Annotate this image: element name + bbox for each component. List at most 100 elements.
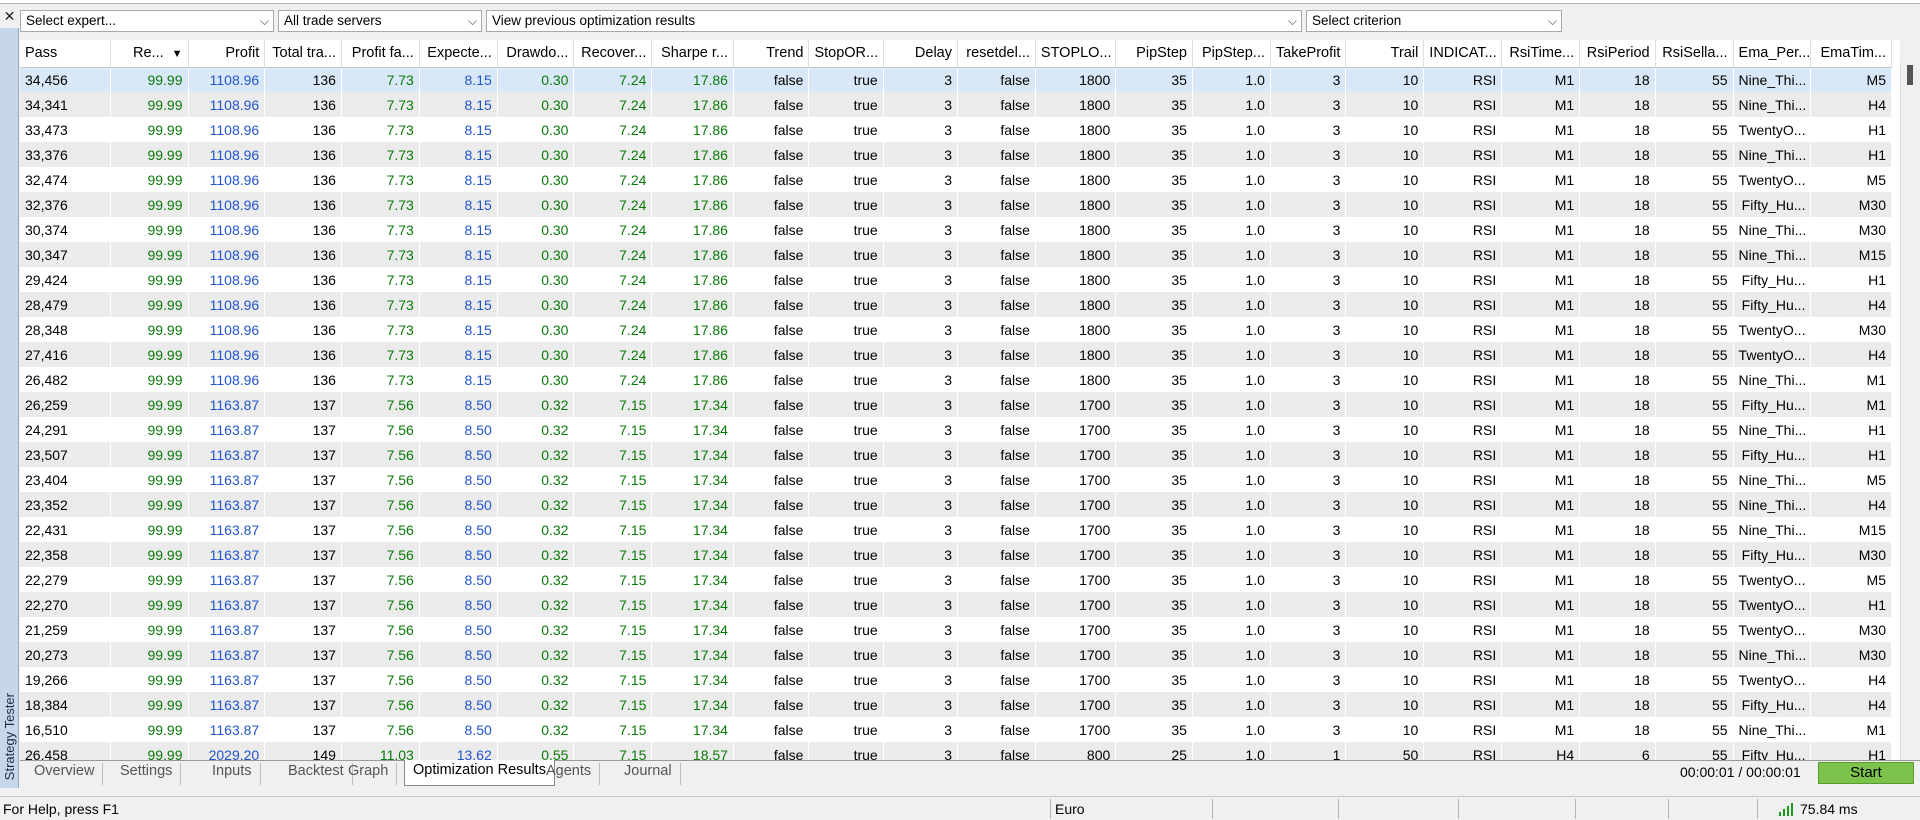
table-cell: 149 xyxy=(264,742,342,760)
table-row[interactable]: 24,291 99.99 1163.87 137 7.56 8.50 0.32 7.15 17.… xyxy=(20,417,1892,442)
table-row[interactable]: 19,266 99.99 1163.87 137 7.56 8.50 0.32 7.15 17.… xyxy=(20,667,1892,692)
column-header[interactable]: Ema_Per... xyxy=(1733,40,1812,68)
table-row[interactable]: 22,270 99.99 1163.87 137 7.56 8.50 0.32 7.15 17.… xyxy=(20,592,1892,617)
table-row[interactable]: 23,404 99.99 1163.87 137 7.56 8.50 0.32 7.15 17.… xyxy=(20,467,1892,492)
table-row[interactable]: 34,341 99.99 1108.96 136 7.73 8.15 0.30 7.24 17.… xyxy=(20,92,1892,117)
table-row[interactable]: 22,279 99.99 1163.87 137 7.56 8.50 0.32 7.15 17.… xyxy=(20,567,1892,592)
table-cell: 35 xyxy=(1115,467,1193,492)
table-cell: 18 xyxy=(1579,492,1656,517)
table-row[interactable]: 33,473 99.99 1108.96 136 7.73 8.15 0.30 7.24 17.… xyxy=(20,117,1892,142)
column-header[interactable]: Re... ▼ xyxy=(110,40,189,68)
scrollbar-thumb[interactable] xyxy=(1907,65,1913,85)
table-row[interactable]: 20,273 99.99 1163.87 137 7.56 8.50 0.32 7.15 17.… xyxy=(20,642,1892,667)
table-row[interactable]: 34,456 99.99 1108.96 136 7.73 8.15 0.30 7.24 17.… xyxy=(20,67,1892,92)
table-cell: 55 xyxy=(1655,167,1734,192)
table-row[interactable]: 30,347 99.99 1108.96 136 7.73 8.15 0.30 7.24 17.… xyxy=(20,242,1892,267)
vertical-scrollbar[interactable] xyxy=(1900,62,1920,760)
table-cell: M1 xyxy=(1501,492,1580,517)
table-cell: true xyxy=(808,592,884,617)
column-header[interactable]: Drawdo... xyxy=(497,40,575,68)
column-header[interactable]: Trail xyxy=(1345,40,1425,68)
table-row[interactable]: 22,431 99.99 1163.87 137 7.56 8.50 0.32 7.15 17.… xyxy=(20,517,1892,542)
column-header[interactable]: PipStep... xyxy=(1192,40,1271,68)
table-row[interactable]: 18,384 99.99 1163.87 137 7.56 8.50 0.32 7.15 17.… xyxy=(20,692,1892,717)
table-row[interactable]: 32,376 99.99 1108.96 136 7.73 8.15 0.30 7.24 17.… xyxy=(20,192,1892,217)
tab-inputs[interactable]: Inputs xyxy=(204,763,261,785)
column-header[interactable]: Profit fa... xyxy=(341,40,420,68)
table-row[interactable]: 21,259 99.99 1163.87 137 7.56 8.50 0.32 7.15 17.… xyxy=(20,617,1892,642)
table-cell: Nine_Thi... xyxy=(1733,717,1811,742)
column-header[interactable]: TakeProfit xyxy=(1270,40,1347,68)
table-row[interactable]: 33,376 99.99 1108.96 136 7.73 8.15 0.30 7.24 17.… xyxy=(20,142,1892,167)
table-row[interactable]: 26,259 99.99 1163.87 137 7.56 8.50 0.32 7.15 17.… xyxy=(20,392,1892,417)
column-header[interactable]: RsiSella... xyxy=(1655,40,1734,68)
table-row[interactable]: 23,352 99.99 1163.87 137 7.56 8.50 0.32 7.15 17.… xyxy=(20,492,1892,517)
column-header[interactable]: Profit xyxy=(188,40,266,68)
table-row[interactable]: 30,374 99.99 1108.96 136 7.73 8.15 0.30 7.24 17.… xyxy=(20,217,1892,242)
table-cell: 7.73 xyxy=(341,92,420,117)
tab-overview[interactable]: Overview xyxy=(26,763,104,785)
table-cell: 17.34 xyxy=(651,642,734,667)
criterion-select[interactable]: Select criterion ⌵ xyxy=(1306,10,1562,32)
table-row[interactable]: 27,416 99.99 1108.96 136 7.73 8.15 0.30 7.24 17.… xyxy=(20,342,1892,367)
table-cell: 0.30 xyxy=(497,292,574,317)
column-header[interactable]: Total tra... xyxy=(264,40,342,68)
table-cell: 99.99 xyxy=(110,117,189,142)
table-cell: true xyxy=(808,642,884,667)
table-cell: 3 xyxy=(1270,217,1346,242)
table-cell: M1 xyxy=(1501,592,1580,617)
table-row[interactable]: 26,458 99.99 2029.20 149 11.03 13.62 0.55 7.15 1… xyxy=(20,742,1892,760)
table-row[interactable]: 23,507 99.99 1163.87 137 7.56 8.50 0.32 7.15 17.… xyxy=(20,442,1892,467)
table-row[interactable]: 28,348 99.99 1108.96 136 7.73 8.15 0.30 7.24 17.… xyxy=(20,317,1892,342)
table-cell: 10 xyxy=(1345,317,1424,342)
tab-agents[interactable]: Agents xyxy=(538,763,601,785)
table-cell: 99.99 xyxy=(110,417,189,442)
table-cell: 137 xyxy=(264,692,342,717)
table-row[interactable]: 16,510 99.99 1163.87 137 7.56 8.50 0.32 7.15 17.… xyxy=(20,717,1892,742)
table-cell: 1163.87 xyxy=(188,392,265,417)
table-cell: 7.56 xyxy=(341,717,420,742)
results-select[interactable]: View previous optimization results ⌵ xyxy=(486,10,1302,32)
server-select[interactable]: All trade servers ⌵ xyxy=(278,10,482,32)
table-cell: 3 xyxy=(883,667,958,692)
column-header[interactable]: resetdel... xyxy=(957,40,1036,68)
status-bar: For Help, press F1 Euro 75.84 ms xyxy=(0,796,1920,820)
column-header[interactable]: Recover... xyxy=(573,40,653,68)
column-header[interactable]: EmaTim... xyxy=(1810,40,1892,68)
table-row[interactable]: 29,424 99.99 1108.96 136 7.73 8.15 0.30 7.24 17.… xyxy=(20,267,1892,292)
table-cell: 10 xyxy=(1345,192,1424,217)
close-icon[interactable]: ✕ xyxy=(0,4,19,28)
expert-select[interactable]: Select expert... ⌵ xyxy=(20,10,274,32)
table-cell: 35 xyxy=(1115,317,1193,342)
column-header[interactable]: Sharpe r... xyxy=(651,40,734,68)
table-cell: 17.34 xyxy=(651,492,734,517)
column-header[interactable]: StopOR... xyxy=(808,40,884,68)
tab-settings[interactable]: Settings xyxy=(112,763,182,785)
table-cell: 17.86 xyxy=(651,117,734,142)
tab-journal[interactable]: Journal xyxy=(616,763,681,785)
column-header[interactable]: Trend xyxy=(733,40,810,68)
column-header[interactable]: PipStep xyxy=(1115,40,1193,68)
tab-graph[interactable]: Graph xyxy=(340,763,398,785)
table-row[interactable]: 26,482 99.99 1108.96 136 7.73 8.15 0.30 7.24 17.… xyxy=(20,367,1892,392)
table-cell: 1700 xyxy=(1035,442,1116,467)
column-header[interactable]: Expecte... xyxy=(419,40,498,68)
column-header[interactable]: RsiTime... xyxy=(1501,40,1581,68)
column-header[interactable]: RsiPeriod xyxy=(1579,40,1656,68)
column-header[interactable]: Pass xyxy=(20,40,111,68)
column-header[interactable]: Delay xyxy=(883,40,958,68)
table-cell: 136 xyxy=(264,342,342,367)
table-row[interactable]: 22,358 99.99 1163.87 137 7.56 8.50 0.32 7.15 17.… xyxy=(20,542,1892,567)
column-header[interactable]: INDICAT... xyxy=(1423,40,1503,68)
start-button[interactable]: Start xyxy=(1818,762,1914,784)
table-cell: 1108.96 xyxy=(188,367,265,392)
table-row[interactable]: 28,479 99.99 1108.96 136 7.73 8.15 0.30 7.24 17.… xyxy=(20,292,1892,317)
column-header[interactable]: STOPLO... xyxy=(1035,40,1117,68)
tab-optimization-results[interactable]: Optimization Results xyxy=(404,760,555,786)
table-cell: H1 xyxy=(1810,417,1892,442)
table-cell: M1 xyxy=(1501,217,1580,242)
side-tab-strategy-tester[interactable]: Strategy Tester xyxy=(0,28,19,788)
table-row[interactable]: 32,474 99.99 1108.96 136 7.73 8.15 0.30 7.24 17.… xyxy=(20,167,1892,192)
table-cell: 55 xyxy=(1655,567,1734,592)
table-cell: 8.50 xyxy=(419,592,498,617)
